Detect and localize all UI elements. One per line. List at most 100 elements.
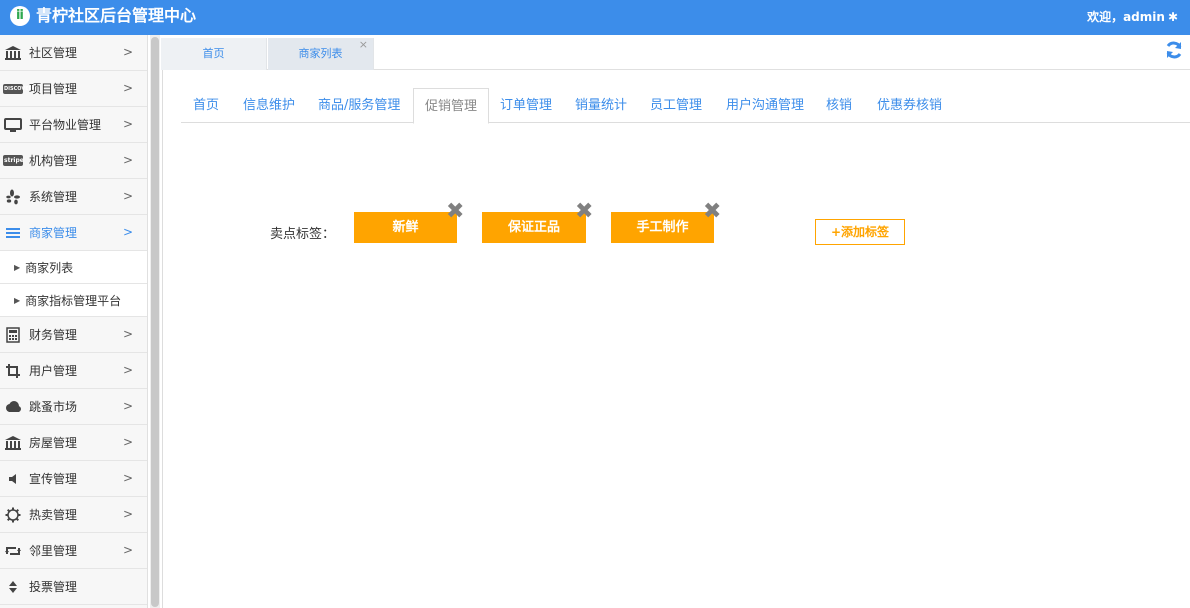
sidebar-item-hot-sale[interactable]: 热卖管理 > (0, 497, 147, 533)
welcome-text: 欢迎，admin (1087, 10, 1165, 24)
sidebar-item-label: 宣传管理 (29, 472, 78, 486)
sidebar-item-label: 机构管理 (29, 154, 78, 168)
top-header: ⅱ 青柠社区后台管理中心 欢迎，admin ✱ (0, 0, 1190, 35)
main-content: 首页 信息维护 商品/服务管理 促销管理 订单管理 销量统计 员工管理 用户沟通… (162, 70, 1190, 608)
tab-label: 商家列表 (298, 47, 343, 60)
caret-right-icon: ▶ (14, 295, 21, 305)
tag-text: 新鲜 (392, 220, 419, 235)
sidebar-item-system[interactable]: 系统管理 > (0, 179, 147, 215)
sidebar-item-label: 商家管理 (29, 226, 78, 240)
sidebar-item-label: 热卖管理 (29, 508, 78, 522)
scrollbar-thumb[interactable] (151, 37, 159, 607)
brand[interactable]: ⅱ 青柠社区后台管理中心 (10, 5, 196, 27)
tag-genuine[interactable]: 保证正品 (482, 212, 586, 243)
remove-tag-icon[interactable]: ✖ (446, 201, 464, 223)
sidebar-subitem-merchant-list[interactable]: ▶ 商家列表 (0, 251, 147, 284)
gear-icon (3, 507, 23, 523)
chevron-right-icon: > (122, 117, 133, 131)
sidebar-item-property[interactable]: 平台物业管理 > (0, 107, 147, 143)
gear-icon: ✱ (1167, 9, 1178, 24)
chevron-right-icon: > (122, 507, 133, 521)
tab-home[interactable]: 首页 (161, 38, 267, 70)
subtab-home[interactable]: 首页 (193, 88, 219, 123)
tag-fresh[interactable]: 新鲜 (354, 212, 457, 243)
sidebar-item-community[interactable]: 社区管理 > (0, 35, 147, 71)
app-title: 青柠社区后台管理中心 (36, 6, 197, 25)
sidebar-item-label: 项目管理 (29, 82, 78, 96)
cloud-icon (3, 399, 23, 415)
subtab-goods-services[interactable]: 商品/服务管理 (318, 88, 400, 123)
subtab-coupon-verification[interactable]: 优惠券核销 (877, 88, 942, 123)
subtab-promotions[interactable]: 促销管理 (413, 88, 490, 124)
sidebar-item-promotion[interactable]: 宣传管理 > (0, 461, 147, 497)
chevron-right-icon: > (122, 153, 133, 167)
tag-text: 手工制作 (636, 220, 689, 235)
bank-icon (3, 45, 23, 61)
selling-point-label: 卖点标签： (270, 227, 336, 242)
sidebar-item-label: 邻里管理 (29, 544, 78, 558)
crop-icon (3, 363, 23, 379)
subtab-verification[interactable]: 核销 (826, 88, 852, 123)
yelp-icon (3, 189, 23, 205)
sub-navigation: 首页 信息维护 商品/服务管理 促销管理 订单管理 销量统计 员工管理 用户沟通… (181, 88, 1190, 124)
tag-text: 保证正品 (507, 220, 560, 235)
chevron-right-icon: > (122, 81, 133, 95)
bank-icon (3, 435, 23, 451)
subtab-user-communication[interactable]: 用户沟通管理 (726, 88, 804, 123)
sidebar: 社区管理 > DISCOVER 项目管理 > 平台物业管理 > stripe 机… (0, 35, 148, 608)
add-tag-button[interactable]: +添加标签 (815, 219, 905, 245)
chevron-right-icon: > (122, 189, 133, 203)
sidebar-item-flea-market[interactable]: 跳蚤市场 > (0, 389, 147, 425)
chevron-right-icon: > (122, 543, 133, 557)
subtab-staff[interactable]: 员工管理 (650, 88, 702, 123)
close-icon[interactable]: × (359, 29, 368, 61)
logo-icon: ⅱ (10, 6, 30, 26)
refresh-icon[interactable] (1164, 40, 1184, 65)
chevron-right-icon: > (122, 363, 133, 377)
tag-handmade[interactable]: 手工制作 (611, 212, 714, 243)
sidebar-item-label: 投票管理 (29, 580, 78, 594)
calculator-icon (3, 326, 23, 343)
caret-right-icon: ▶ (14, 262, 21, 272)
sidebar-item-neighborhood[interactable]: 邻里管理 > (0, 533, 147, 569)
sidebar-scrollbar[interactable] (150, 35, 160, 608)
subtab-orders[interactable]: 订单管理 (500, 88, 552, 123)
tab-strip: 首页 商家列表 × (161, 35, 1190, 70)
stripe-icon-text: stripe (3, 155, 24, 166)
sort-icon (3, 579, 23, 595)
discover-card-icon-text: DISCOVER (3, 83, 33, 94)
sidebar-item-finance[interactable]: 财务管理 > (0, 317, 147, 353)
subtab-info-maintenance[interactable]: 信息维护 (243, 88, 295, 123)
retweet-icon (3, 543, 23, 559)
sidebar-item-merchants[interactable]: 商家管理 > (0, 215, 147, 251)
tab-merchant-list[interactable]: 商家列表 × (268, 38, 374, 70)
sidebar-item-label: 跳蚤市场 (29, 400, 78, 414)
chevron-right-icon: > (122, 399, 133, 413)
tab-label: 首页 (202, 47, 225, 60)
sidebar-item-users[interactable]: 用户管理 > (0, 353, 147, 389)
sidebar-item-voting[interactable]: 投票管理 (0, 569, 147, 605)
sidebar-item-housing[interactable]: 房屋管理 > (0, 425, 147, 461)
chevron-right-icon: > (122, 471, 133, 485)
list-icon (3, 225, 23, 241)
sidebar-item-projects[interactable]: DISCOVER 项目管理 > (0, 71, 147, 107)
sidebar-item-organization[interactable]: stripe 机构管理 > (0, 143, 147, 179)
sidebar-item-label: 用户管理 (29, 364, 78, 378)
monitor-icon (3, 117, 23, 133)
subtab-sales-stats[interactable]: 销量统计 (575, 88, 627, 123)
chevron-right-icon: > (122, 327, 133, 341)
remove-tag-icon[interactable]: ✖ (575, 201, 593, 223)
discover-card-icon: DISCOVER (3, 81, 33, 97)
remove-tag-icon[interactable]: ✖ (703, 201, 721, 223)
sidebar-subitem-merchant-metrics[interactable]: ▶ 商家指标管理平台 (0, 284, 147, 317)
sidebar-subitem-label: 商家指标管理平台 (25, 293, 122, 308)
user-menu[interactable]: 欢迎，admin ✱ (1087, 8, 1178, 25)
sidebar-subitem-label: 商家列表 (25, 260, 74, 275)
sidebar-item-label: 系统管理 (29, 190, 78, 204)
sidebar-item-label: 财务管理 (29, 328, 78, 342)
chevron-right-icon: > (122, 225, 133, 239)
sidebar-item-label: 房屋管理 (29, 436, 78, 450)
stripe-icon: stripe (3, 153, 24, 169)
sidebar-item-label: 平台物业管理 (29, 118, 102, 132)
chevron-right-icon: > (122, 435, 133, 449)
